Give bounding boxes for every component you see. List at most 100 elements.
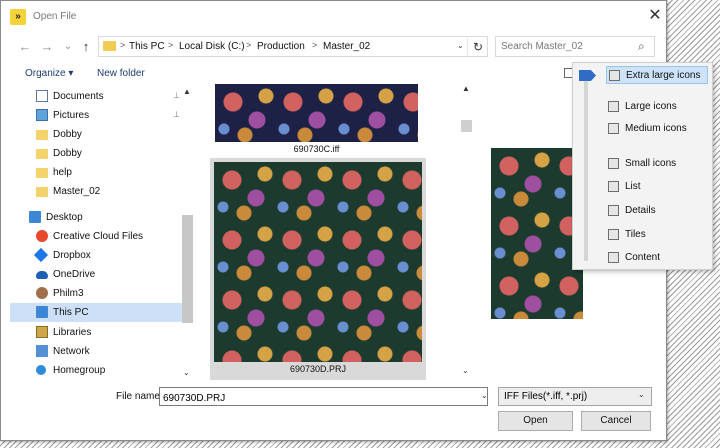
scroll-up-icon[interactable]: ▲ xyxy=(462,84,470,93)
sidebar-item-pictures[interactable]: Pictures ⊥ xyxy=(10,106,182,125)
creative-cloud-icon xyxy=(36,230,48,242)
back-arrow-icon[interactable]: ← xyxy=(16,38,34,56)
sidebar-item-label: This PC xyxy=(53,307,89,318)
pin-icon: ⊥ xyxy=(173,110,180,119)
breadcrumb-master-02[interactable]: Master_02 xyxy=(323,41,370,52)
folder-icon xyxy=(36,130,48,140)
breadcrumb-separator: > xyxy=(120,40,126,50)
onedrive-icon xyxy=(36,271,48,279)
user-icon xyxy=(36,287,48,299)
view-option-label: Tiles xyxy=(625,229,646,240)
view-option-details[interactable]: Details xyxy=(606,202,708,220)
view-option-label: List xyxy=(625,181,641,192)
scroll-down-icon[interactable]: ⌄ xyxy=(462,366,469,375)
scroll-up-icon[interactable]: ▲ xyxy=(183,87,191,96)
breadcrumb-this-pc[interactable]: This PC xyxy=(129,41,165,52)
breadcrumb-production[interactable]: Production xyxy=(257,41,305,52)
content-icon xyxy=(608,252,619,263)
new-folder-button[interactable]: New folder xyxy=(97,68,145,79)
cancel-button[interactable]: Cancel xyxy=(581,411,651,431)
folder-icon xyxy=(103,41,116,51)
sidebar-item-label: Creative Cloud Files xyxy=(53,231,144,242)
view-option-small-icons[interactable]: Small icons xyxy=(606,155,708,173)
pictures-icon xyxy=(36,109,48,121)
desktop-icon xyxy=(29,211,41,223)
address-bar[interactable]: > This PC > Local Disk (C:) > Production… xyxy=(98,36,488,57)
folder-icon xyxy=(36,187,48,197)
sidebar-item-label: Desktop xyxy=(46,212,83,223)
breadcrumb-local-disk[interactable]: Local Disk (C:) xyxy=(179,41,245,52)
sidebar-item-homegroup[interactable]: Homegroup xyxy=(10,361,182,380)
open-button[interactable]: Open xyxy=(498,411,573,431)
medium-icons-icon xyxy=(608,123,619,134)
view-option-list[interactable]: List xyxy=(606,178,708,196)
view-option-label: Details xyxy=(625,205,656,216)
view-option-extra-large-icons[interactable]: Extra large icons xyxy=(606,66,708,84)
sidebar-item-philm3[interactable]: Philm3 xyxy=(10,284,182,303)
sidebar-item-label: Philm3 xyxy=(53,288,84,299)
view-option-medium-icons[interactable]: Medium icons xyxy=(606,120,708,138)
preview-pane-image xyxy=(491,148,583,319)
title-bar: » Open File ✕ xyxy=(1,1,666,35)
file-item-selected[interactable]: 690730D.PRJ xyxy=(210,158,426,380)
sidebar-item-dobby[interactable]: Dobby xyxy=(10,125,182,144)
documents-icon xyxy=(36,90,48,102)
organize-button[interactable]: Organize ▾ xyxy=(25,68,73,79)
sidebar-item-label: Homegroup xyxy=(53,365,106,376)
sidebar-scroll-thumb[interactable] xyxy=(182,215,193,323)
scroll-down-icon[interactable]: ⌄ xyxy=(183,368,190,377)
this-pc-icon xyxy=(36,306,48,318)
file-name-dropdown-icon[interactable]: ⌄ xyxy=(481,391,488,400)
view-option-label: Large icons xyxy=(625,101,677,112)
sidebar-item-label: Dropbox xyxy=(53,250,91,261)
sidebar-item-this-pc[interactable]: This PC xyxy=(10,303,182,322)
file-list-scroll-thumb[interactable] xyxy=(461,120,472,132)
extra-large-icons-icon xyxy=(609,70,620,81)
sidebar-item-master-02[interactable]: Master_02 xyxy=(10,182,182,201)
sidebar-item-onedrive[interactable]: OneDrive xyxy=(10,265,182,284)
file-thumbnail xyxy=(214,162,422,362)
sidebar-item-label: Dobby xyxy=(53,129,82,140)
view-option-label: Medium icons xyxy=(625,123,687,134)
view-option-label: Content xyxy=(625,252,661,263)
breadcrumb-separator: > xyxy=(246,40,252,50)
file-item[interactable]: 690730C.iff xyxy=(215,84,418,158)
sidebar-item-libraries[interactable]: Libraries xyxy=(10,323,182,342)
refresh-icon[interactable]: ↻ xyxy=(467,38,488,56)
large-icons-icon xyxy=(608,101,619,112)
sidebar-item-dropbox[interactable]: Dropbox xyxy=(10,246,182,265)
sidebar-item-desktop[interactable]: Desktop xyxy=(10,208,182,227)
window-title: Open File xyxy=(33,11,77,22)
sidebar-item-dobby[interactable]: Dobby xyxy=(10,144,182,163)
forward-arrow-icon[interactable]: → xyxy=(38,38,56,56)
sidebar-item-label: Network xyxy=(53,346,90,357)
sidebar-item-network[interactable]: Network xyxy=(10,342,182,361)
sidebar-item-help[interactable]: help xyxy=(10,163,182,182)
search-icon[interactable]: ⌕ xyxy=(638,39,645,54)
recent-locations-icon[interactable]: ⌄ xyxy=(59,38,77,56)
file-name-label: File name: xyxy=(116,391,163,402)
view-option-label: Small icons xyxy=(625,158,677,169)
view-size-slider-track[interactable] xyxy=(584,73,588,261)
sidebar-item-documents[interactable]: Documents ⊥ xyxy=(10,87,182,106)
view-option-content[interactable]: Content xyxy=(606,249,708,267)
network-icon xyxy=(36,345,48,357)
file-name-label: 690730C.iff xyxy=(293,144,340,154)
sidebar-item-label: OneDrive xyxy=(53,269,96,280)
dropbox-icon xyxy=(33,247,49,263)
search-input[interactable]: Search Master_02 ⌕ xyxy=(495,36,655,57)
view-option-large-icons[interactable]: Large icons xyxy=(606,98,708,116)
app-icon: » xyxy=(10,9,26,25)
file-type-dropdown-icon[interactable]: ⌄ xyxy=(638,390,645,399)
homegroup-icon xyxy=(36,365,46,375)
file-type-select[interactable]: IFF Files(*.iff, *.prj) xyxy=(498,387,652,406)
close-icon[interactable]: ✕ xyxy=(645,5,665,27)
up-arrow-icon[interactable]: ↑ xyxy=(77,38,95,56)
sidebar-item-label: Libraries xyxy=(53,327,92,338)
file-name-input[interactable] xyxy=(159,387,488,406)
tiles-icon xyxy=(608,229,619,240)
sidebar-item-creative-cloud-files[interactable]: Creative Cloud Files xyxy=(10,227,182,246)
address-dropdown-icon[interactable]: ⌄ xyxy=(457,41,464,50)
view-option-tiles[interactable]: Tiles xyxy=(606,226,708,244)
file-name-label: 690730D.PRJ xyxy=(289,364,347,374)
